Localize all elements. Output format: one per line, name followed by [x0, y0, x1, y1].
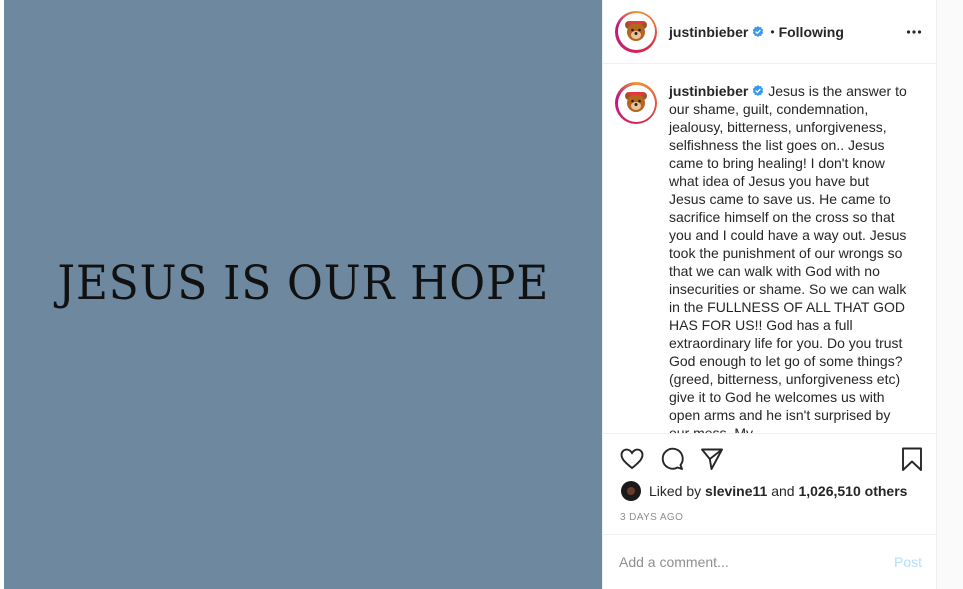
verified-badge-icon: [753, 25, 764, 37]
caption-area[interactable]: justinbieber Jesus is the answer to our …: [603, 64, 938, 434]
share-icon[interactable]: [699, 446, 725, 472]
likes-count[interactable]: 1,026,510 others: [798, 483, 907, 499]
caption: justinbieber Jesus is the answer to our …: [615, 82, 911, 434]
bear-avatar-icon: [625, 92, 647, 112]
caption-text: justinbieber Jesus is the answer to our …: [669, 82, 911, 434]
action-bar: [603, 436, 938, 480]
liker-username[interactable]: slevine11: [705, 483, 767, 499]
header-username[interactable]: justinbieber: [669, 24, 748, 40]
bookmark-icon[interactable]: [899, 446, 925, 472]
post-timestamp[interactable]: 3 DAYS AGO: [620, 512, 683, 523]
bear-avatar-icon: [625, 20, 647, 41]
caption-avatar[interactable]: [615, 82, 657, 124]
comment-box: Post: [603, 534, 938, 589]
comment-icon[interactable]: [659, 446, 685, 472]
more-options-icon[interactable]: [906, 24, 922, 40]
caption-username[interactable]: justinbieber: [669, 83, 748, 99]
profile-avatar[interactable]: [615, 10, 657, 53]
likes-prefix: Liked by: [649, 483, 702, 499]
liker-avatar[interactable]: [621, 481, 641, 501]
likes-summary: Liked by slevine11 and 1,026,510 others: [621, 480, 907, 502]
likes-conjunction: and: [771, 483, 795, 499]
following-button[interactable]: Following: [779, 24, 844, 40]
post-comment-button[interactable]: Post: [894, 554, 922, 570]
heart-icon[interactable]: [619, 446, 645, 472]
post-image[interactable]: JESUS IS OUR HOPE: [4, 0, 602, 589]
verified-badge-icon: [753, 85, 764, 96]
caption-body: Jesus is the answer to our shame, guilt,…: [669, 83, 911, 434]
header-separator: •: [770, 24, 775, 39]
post-header: justinbieber • Following: [603, 0, 938, 64]
post-image-text: JESUS IS OUR HOPE: [57, 256, 549, 311]
post-side-panel: justinbieber • Following justinbieber Je…: [602, 0, 938, 589]
page-background-strip: [937, 0, 963, 589]
comment-input[interactable]: [619, 554, 894, 570]
